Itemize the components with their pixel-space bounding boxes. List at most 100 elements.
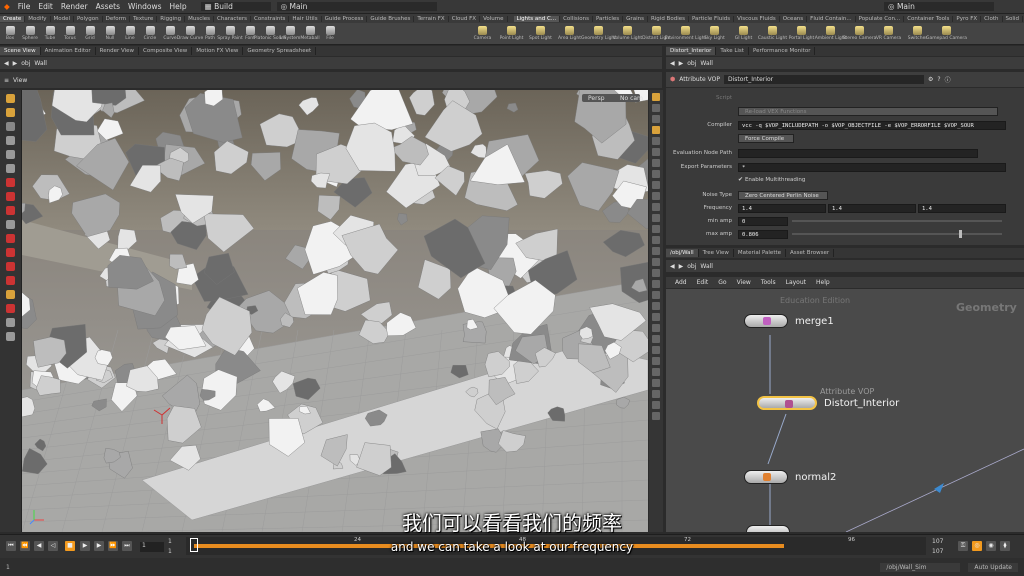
lasso-tool-icon[interactable] [6, 276, 15, 285]
magnet-tool-icon[interactable] [6, 234, 15, 243]
display-option-icon[interactable] [652, 324, 660, 332]
frequency-x[interactable]: 1.4 [738, 203, 826, 213]
shelf-tab-viscous-fluids[interactable]: Viscous Fluids [734, 15, 780, 22]
display-option-icon[interactable] [652, 401, 660, 409]
select-tool-icon[interactable] [6, 94, 15, 103]
display-option-icon[interactable] [652, 346, 660, 354]
force-compile-button[interactable]: Force Compile [738, 133, 794, 143]
move-tool-icon[interactable] [6, 136, 15, 145]
shelf-tab-solid[interactable]: Solid [1003, 15, 1023, 22]
tool-stereo-camera[interactable]: Stereo Camera [843, 26, 876, 41]
paint-tool-icon[interactable] [6, 262, 15, 271]
handle-tool-icon[interactable] [6, 178, 15, 187]
param-path-wall[interactable]: Wall [700, 60, 713, 67]
main-select-left[interactable]: ◎ Main [276, 2, 437, 11]
shelf-tab-constraints[interactable]: Constraints [251, 15, 290, 22]
desktop-select[interactable]: ▦ Build [200, 2, 271, 11]
tool-null[interactable]: Null [100, 26, 120, 41]
net-back-icon[interactable]: ◀ [670, 263, 675, 270]
main-select-right[interactable]: ◎ Main [884, 2, 994, 11]
node-name-field[interactable]: Distort_Interior [724, 75, 924, 84]
tool-gamepad-camera[interactable]: Gamepad Camera [926, 26, 967, 41]
display-option-icon[interactable] [652, 214, 660, 222]
scene-viewport[interactable]: Persp No cam [22, 90, 648, 532]
node-distort-interior[interactable]: Distort_Interior [757, 396, 899, 410]
pose-tool-icon[interactable] [6, 122, 15, 131]
frequency-y[interactable]: 1.4 [828, 203, 916, 213]
tool-volume-light[interactable]: Volume Light [613, 26, 642, 41]
view-tool-icon[interactable] [6, 108, 15, 117]
display-option-icon[interactable] [652, 313, 660, 321]
shelf-tab-lights-and-c[interactable]: Lights and C... [513, 15, 561, 22]
scale-tool-icon[interactable] [6, 164, 15, 173]
display-option-icon[interactable] [652, 357, 660, 365]
transform-tool-icon[interactable] [6, 290, 15, 299]
tool-line[interactable]: Line [120, 26, 140, 41]
tool-area-light[interactable]: Area Light [555, 26, 584, 41]
noise-type-menu[interactable]: Zero Centered Perlin Noise [738, 190, 828, 200]
menu-file[interactable]: File [14, 2, 35, 11]
shelf-tab-pyro-fx[interactable]: Pyro FX [953, 15, 982, 22]
tool-spray-paint[interactable]: Spray Paint [217, 26, 243, 41]
shelf-tab-characters[interactable]: Characters [214, 15, 252, 22]
tool-camera[interactable]: Camera [468, 26, 497, 41]
param-tab-performance-monitor[interactable]: Performance Monitor [749, 47, 816, 55]
brush-tool-icon[interactable] [6, 248, 15, 257]
display-option-icon[interactable] [652, 115, 660, 123]
network-editor[interactable]: Education Edition Geometry merge1 Attrib… [666, 289, 1024, 532]
display-option-icon[interactable] [652, 291, 660, 299]
shelf-tab-muscles[interactable]: Muscles [185, 15, 214, 22]
param-forward-icon[interactable]: ▶ [679, 60, 684, 67]
merge1-tile[interactable] [744, 314, 788, 328]
tool-vr-camera[interactable]: VR Camera [874, 26, 903, 41]
display-option-icon[interactable] [652, 236, 660, 244]
tab-scene-view[interactable]: Scene View [0, 47, 41, 55]
tab-render-view[interactable]: Render View [96, 47, 140, 55]
display-option-icon[interactable] [652, 390, 660, 398]
distort-interior-tile[interactable] [757, 396, 817, 410]
snap-point-tool-icon[interactable] [6, 220, 15, 229]
shelf-tab-texture[interactable]: Texture [130, 15, 158, 22]
shelf-tab-container-tools[interactable]: Container Tools [904, 15, 954, 22]
back-icon[interactable]: ◀ [4, 60, 9, 67]
tool-metaball[interactable]: Metaball [300, 26, 320, 41]
tool-circle[interactable]: Circle [140, 26, 160, 41]
node-normal2[interactable]: normal2 [744, 470, 836, 484]
node-merge1[interactable]: merge1 [744, 314, 834, 328]
tool-geometry-light[interactable]: Geometry Light [581, 26, 616, 41]
network-menu-layout[interactable]: Layout [781, 279, 811, 286]
display-option-icon[interactable] [652, 412, 660, 420]
tool-environment-light[interactable]: Environment Light [665, 26, 706, 41]
network-menu-tools[interactable]: Tools [756, 279, 781, 286]
status-path[interactable]: /obj/Wall_Sim [880, 562, 961, 572]
pin-tool-icon[interactable] [6, 318, 15, 327]
shelf-tab-oceans[interactable]: Oceans [780, 15, 808, 22]
shelf-tab-rigging[interactable]: Rigging [157, 15, 186, 22]
network-tab-material-palette[interactable]: Material Palette [734, 249, 787, 257]
display-option-icon[interactable] [652, 192, 660, 200]
tool-file[interactable]: File [320, 26, 340, 41]
tool-grid[interactable]: Grid [80, 26, 100, 41]
display-option-icon[interactable] [652, 159, 660, 167]
shelf-tab-grains[interactable]: Grains [623, 15, 648, 22]
tool-l-system[interactable]: L-System [280, 26, 300, 41]
shelf-tab-cloud-fx[interactable]: Cloud FX [449, 15, 481, 22]
shelf-tab-modify[interactable]: Modify [25, 15, 51, 22]
tool-box[interactable]: Box [0, 26, 20, 41]
min-amp-field[interactable]: 0 [738, 216, 788, 226]
tool-sky-light[interactable]: Sky Light [700, 26, 729, 41]
network-tab-tree-view[interactable]: Tree View [699, 249, 734, 257]
tool-tube[interactable]: Tube [40, 26, 60, 41]
tab-composite-view[interactable]: Composite View [139, 47, 193, 55]
shelf-tab-model[interactable]: Model [51, 15, 75, 22]
frequency-z[interactable]: 1.4 [918, 203, 1006, 213]
display-option-icon[interactable] [652, 203, 660, 211]
display-option-icon[interactable] [652, 368, 660, 376]
visibility-tool-icon[interactable] [6, 304, 15, 313]
forward-icon[interactable]: ▶ [13, 60, 18, 67]
display-option-icon[interactable] [652, 93, 660, 101]
network-menu-edit[interactable]: Edit [692, 279, 714, 286]
max-amp-slider[interactable] [792, 230, 1002, 238]
reload-vex-button[interactable]: Re-load VEX Functions [738, 106, 998, 116]
net-path-wall[interactable]: Wall [700, 263, 713, 270]
